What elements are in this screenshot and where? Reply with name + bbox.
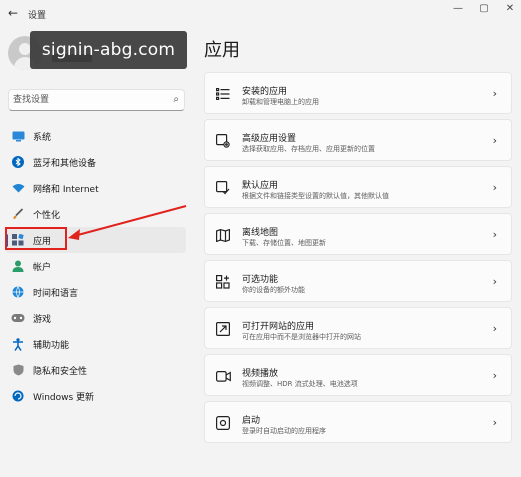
- chevron-right-icon: ›: [492, 87, 497, 100]
- card-title: 启动: [242, 416, 261, 426]
- apps-for-websites-icon: [215, 321, 231, 337]
- chevron-right-icon: ›: [492, 369, 497, 382]
- advanced-apps-icon: [215, 133, 231, 149]
- card-optional-features[interactable]: 可选功能 你的设备的额外功能 ›: [204, 260, 512, 302]
- page-title: 应用: [204, 40, 240, 61]
- card-title: 视频播放: [242, 369, 279, 379]
- map-icon: [215, 227, 231, 243]
- card-title: 可选功能: [242, 275, 279, 285]
- card-offline-maps[interactable]: 离线地图 下载、存储位置、地图更新 ›: [204, 213, 512, 255]
- card-description: 卸载和管理电脑上的应用: [242, 98, 319, 106]
- chevron-right-icon: ›: [492, 228, 497, 241]
- chevron-right-icon: ›: [492, 275, 497, 288]
- card-apps-for-websites[interactable]: 可打开网站的应用 可在应用中而不是浏览器中打开的网站 ›: [204, 307, 512, 349]
- startup-icon: [215, 415, 231, 431]
- chevron-right-icon: ›: [492, 416, 497, 429]
- card-description: 根据文件和链接类型设置的默认值，其他默认值: [242, 192, 389, 200]
- card-advanced-app-settings[interactable]: 高级应用设置 选择获取应用、存档应用、应用更新的位置 ›: [204, 119, 512, 161]
- card-title: 离线地图: [242, 228, 279, 238]
- card-title: 高级应用设置: [242, 134, 297, 144]
- video-icon: [215, 368, 231, 384]
- card-title: 安装的应用: [242, 87, 288, 97]
- apps-settings-list: 安装的应用 卸载和管理电脑上的应用 › 高级应用设置 选择获取应用、存档应用、应…: [204, 72, 512, 448]
- card-installed-apps[interactable]: 安装的应用 卸载和管理电脑上的应用 ›: [204, 72, 512, 114]
- card-description: 你的设备的额外功能: [242, 286, 305, 294]
- card-title: 默认应用: [242, 181, 279, 191]
- chevron-right-icon: ›: [492, 134, 497, 147]
- chevron-right-icon: ›: [492, 181, 497, 194]
- card-default-apps[interactable]: 默认应用 根据文件和链接类型设置的默认值，其他默认值 ›: [204, 166, 512, 208]
- card-startup[interactable]: 启动 登录时自动启动的应用程序 ›: [204, 401, 512, 443]
- card-description: 可在应用中而不是浏览器中打开的网站: [242, 333, 361, 341]
- optional-features-icon: [215, 274, 231, 290]
- card-description: 下载、存储位置、地图更新: [242, 239, 326, 247]
- card-description: 登录时自动启动的应用程序: [242, 427, 326, 435]
- default-apps-icon: [215, 180, 231, 196]
- card-description: 选择获取应用、存档应用、应用更新的位置: [242, 145, 375, 153]
- card-video-playback[interactable]: 视频播放 视频调整、HDR 流式处理、电池选项 ›: [204, 354, 512, 396]
- chevron-right-icon: ›: [492, 322, 497, 335]
- card-title: 可打开网站的应用: [242, 322, 315, 332]
- card-description: 视频调整、HDR 流式处理、电池选项: [242, 380, 358, 388]
- installed-apps-icon: [215, 86, 231, 102]
